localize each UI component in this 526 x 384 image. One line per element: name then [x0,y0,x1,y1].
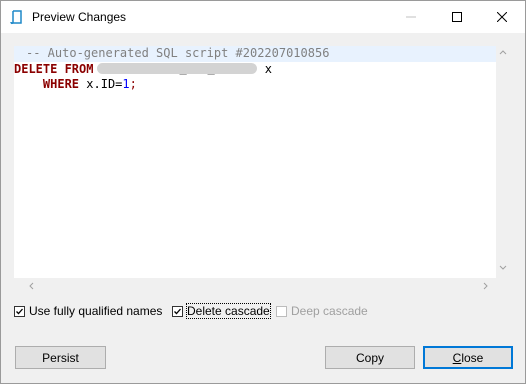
maximize-button[interactable] [434,1,480,33]
checkmark-icon [16,308,23,314]
preview-changes-dialog: Preview Changes -- Auto-generated SQL sc… [0,0,526,384]
close-button-label: lose [461,350,484,365]
scroll-right-arrow-icon [483,282,488,290]
redacted-mark: _ [179,60,187,75]
scroll-left-arrow-icon [29,282,34,290]
checkmark-icon [174,308,181,314]
redacted-table-name: _ _ [97,60,258,75]
checkbox-box[interactable] [172,305,183,317]
sql-keyword-where: WHERE [42,77,80,91]
scrollbar-corner [496,278,510,294]
close-icon [497,12,507,22]
sql-keyword-delete-from: DELETE FROM [14,61,94,76]
checkbox-box[interactable] [14,305,25,317]
delete-cascade-checkbox[interactable]: Delete cascade [172,303,271,319]
checkbox-box[interactable] [276,305,287,317]
checkbox-label[interactable]: Use fully qualified names [29,304,162,318]
code-line-1: -- Auto-generated SQL script #2022070108… [14,46,496,62]
vertical-scrollbar[interactable] [496,46,510,278]
title-bar[interactable]: Preview Changes [1,1,525,33]
redacted-mark: _ [207,60,215,75]
sql-alias: x [264,61,272,76]
copy-button[interactable]: Copy [325,346,415,369]
maximize-icon [452,12,462,22]
scroll-up-arrow-icon [499,50,507,55]
scroll-down-arrow-icon [499,265,507,270]
code-line-2: DELETE FROM _ _ x [14,62,496,78]
minimize-button[interactable] [388,1,434,33]
close-window-button[interactable] [479,1,525,33]
document-script-icon [9,9,25,25]
checkbox-label[interactable]: Delete cascade [186,303,271,319]
horizontal-scrollbar[interactable] [14,278,496,294]
close-button-mnemonic: C [452,350,462,365]
sql-preview-editor[interactable]: -- Auto-generated SQL script #2022070108… [14,46,510,294]
persist-button[interactable]: Persist [15,346,106,369]
sql-code-area[interactable]: -- Auto-generated SQL script #2022070108… [14,46,496,278]
sql-semicolon: ; [129,77,137,91]
sql-comment: -- Auto-generated SQL script #2022070108… [26,46,330,60]
minimize-icon [406,16,416,18]
window-title: Preview Changes [32,10,127,24]
sql-number: 1 [122,77,130,91]
deep-cascade-checkbox[interactable]: Deep cascade [276,304,368,318]
checkbox-label[interactable]: Deep cascade [291,304,368,318]
sql-condition: x.ID= [86,77,123,91]
code-line-3: WHERE x.ID=1; [14,77,496,93]
close-button[interactable]: Close [423,346,513,369]
use-fully-qualified-names-checkbox[interactable]: Use fully qualified names [14,304,162,318]
